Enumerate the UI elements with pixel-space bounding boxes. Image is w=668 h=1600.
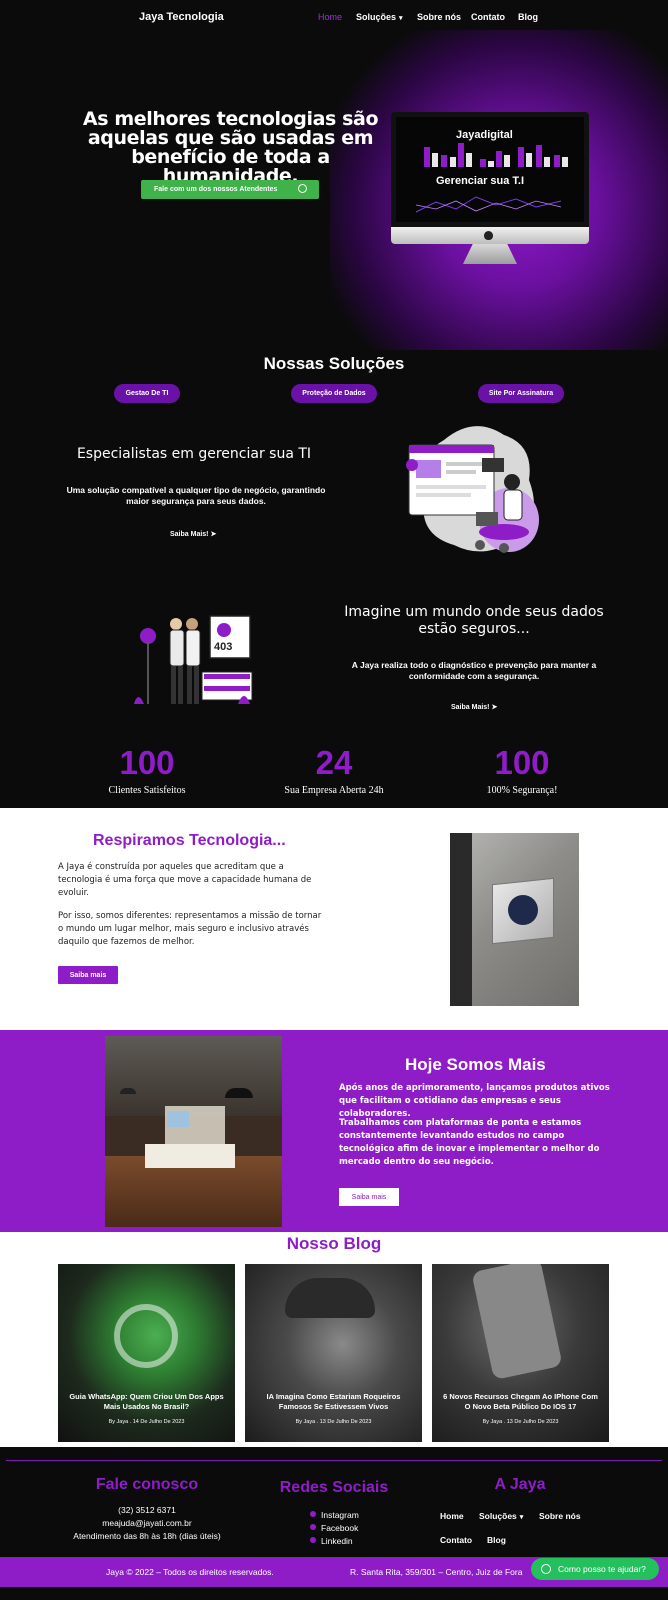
nav-solucoes-label: Soluções bbox=[356, 12, 397, 22]
stat-security-label: 100% Segurança! bbox=[486, 785, 558, 796]
chevron-down-icon: ▾ bbox=[399, 15, 403, 22]
blog-card-meta: By Jaya . 13 De Julho De 2023 bbox=[482, 1419, 559, 1425]
copyright: Jaya © 2022 – Todos os direitos reservad… bbox=[106, 1567, 274, 1577]
hero-section: As melhores tecnologias são aquelas que … bbox=[0, 30, 668, 350]
facebook-icon bbox=[310, 1524, 316, 1530]
block1-heading: Especialistas em gerenciar sua TI bbox=[76, 446, 312, 462]
social-facebook-label: Facebook bbox=[321, 1523, 359, 1533]
social-instagram-label: Instagram bbox=[321, 1510, 359, 1520]
social-linkedin-label: Linkedin bbox=[321, 1536, 353, 1546]
monitor-screen: Jayadigital Gerenciar sua T.I bbox=[391, 112, 589, 227]
social-linkedin[interactable]: Linkedin bbox=[310, 1536, 353, 1546]
blog-card-meta: By Jaya . 13 De Julho De 2023 bbox=[295, 1419, 372, 1425]
screen-subtitle: Gerenciar sua T.I bbox=[436, 175, 525, 187]
screen-title: Jayadigital bbox=[456, 129, 513, 141]
whatsapp-icon bbox=[541, 1564, 551, 1574]
stat-hours-label: Sua Empresa Aberta 24h bbox=[284, 785, 384, 796]
social-instagram[interactable]: Instagram bbox=[310, 1510, 359, 1520]
blog-card[interactable]: IA Imagina Como Estariam Roqueiros Famos… bbox=[245, 1264, 422, 1442]
whatsapp-logo-image bbox=[114, 1304, 178, 1368]
apple-icon bbox=[484, 231, 493, 240]
blog-card-title: IA Imagina Como Estariam Roqueiros Famos… bbox=[266, 1392, 401, 1411]
block1-text: Uma solução compatível a qualquer tipo d… bbox=[66, 485, 326, 506]
cta-whatsapp-button[interactable]: Fale com um dos nossos Atendentes bbox=[141, 180, 319, 199]
today-more-button[interactable]: Saiba mais bbox=[339, 1188, 399, 1206]
footer-divider bbox=[6, 1460, 662, 1461]
nav-contato[interactable]: Contato bbox=[471, 12, 505, 22]
about-title: Respiramos Tecnologia... bbox=[93, 832, 286, 849]
pill-site-assinatura[interactable]: Site Por Assinatura bbox=[478, 384, 564, 403]
iphone-image bbox=[471, 1264, 563, 1381]
stat-security-value: 100 bbox=[494, 744, 550, 781]
nav-solucoes[interactable]: Soluções ▾ bbox=[356, 12, 403, 22]
arrow-right-icon: ➤ bbox=[210, 531, 217, 538]
block1-more-label: Saiba Mais! bbox=[170, 531, 209, 538]
whatsapp-icon bbox=[298, 184, 307, 193]
footer-phone[interactable]: (32) 3512 6371 bbox=[47, 1504, 247, 1517]
it-specialist-illustration bbox=[406, 426, 539, 553]
footer-contact-title: Fale conosco bbox=[95, 1476, 199, 1493]
blog-card[interactable]: 6 Novos Recursos Chegam Ao IPhone Com O … bbox=[432, 1264, 609, 1442]
footer-email[interactable]: meajuda@jayati.com.br bbox=[47, 1517, 247, 1530]
hero-title: As melhores tecnologias são aquelas que … bbox=[82, 108, 379, 187]
portrait-cap-image bbox=[285, 1278, 375, 1318]
nav-home[interactable]: Home bbox=[318, 12, 342, 22]
nav-sobre[interactable]: Sobre nós bbox=[417, 12, 461, 22]
block2-more-label: Saiba Mais! bbox=[451, 704, 490, 711]
footer-link-solucoes[interactable]: Soluções ▾ bbox=[479, 1511, 523, 1521]
footer-link-contato[interactable]: Contato bbox=[440, 1535, 472, 1545]
about-more-button[interactable]: Saiba mais bbox=[58, 966, 118, 984]
blog-card-meta: By Jaya . 14 De Julho De 2023 bbox=[108, 1419, 185, 1425]
cta-label: Fale com um dos nossos Atendentes bbox=[154, 186, 278, 193]
footer-link-solucoes-label: Soluções bbox=[479, 1511, 517, 1521]
blog-title: Nosso Blog bbox=[286, 1234, 382, 1253]
today-paragraph-2: Trabalhamos com plataformas de ponta e e… bbox=[339, 1118, 600, 1167]
block2-more-link[interactable]: Saiba Mais! ➤ bbox=[451, 703, 497, 711]
blog-card-title: 6 Novos Recursos Chegam Ao IPhone Com O … bbox=[443, 1392, 598, 1411]
address: R. Santa Rita, 359/301 – Centro, Juiz de… bbox=[350, 1567, 523, 1577]
stat-clients-label: Clientes Satisfeitos bbox=[108, 785, 186, 796]
instagram-icon bbox=[310, 1511, 316, 1517]
monitor-illustration: Jayadigital Gerenciar sua T.I bbox=[391, 112, 589, 267]
chat-label: Como posso te ajudar? bbox=[558, 1564, 646, 1574]
block1-more-link[interactable]: Saiba Mais! ➤ bbox=[170, 530, 216, 538]
today-paragraph-1: Após anos de aprimoramento, lançamos pro… bbox=[339, 1083, 610, 1119]
stat-hours-value: 24 bbox=[315, 744, 353, 781]
footer-hours: Atendimento das 8h às 18h (dias úteis) bbox=[73, 1531, 221, 1541]
block2-text: A Jaya realiza todo o diagnóstico e prev… bbox=[351, 660, 597, 681]
security-guards-illustration: 403 bbox=[134, 615, 253, 704]
footer-jaya-title: A Jaya bbox=[494, 1476, 546, 1493]
footer-link-sobre[interactable]: Sobre nós bbox=[539, 1511, 581, 1521]
block2-heading: Imagine um mundo onde seus dados estão s… bbox=[344, 604, 604, 637]
about-paragraph-1: A Jaya é construída por aqueles que acre… bbox=[58, 862, 312, 898]
team-office-photo bbox=[105, 1036, 282, 1227]
today-title: Hoje Somos Mais bbox=[405, 1055, 546, 1074]
chat-button[interactable]: Como posso te ajudar? bbox=[531, 1558, 659, 1580]
nav-blog[interactable]: Blog bbox=[518, 12, 538, 22]
sign-403: 403 bbox=[214, 641, 232, 653]
footer-social-title: Redes Sociais bbox=[279, 1479, 389, 1496]
solutions-title: Nossas Soluções bbox=[263, 354, 405, 373]
social-facebook[interactable]: Facebook bbox=[310, 1523, 358, 1533]
pill-protecao-dados[interactable]: Proteção de Dados bbox=[291, 384, 377, 403]
office-sign-photo bbox=[450, 833, 579, 1006]
arrow-right-icon: ➤ bbox=[491, 704, 498, 711]
monitor-stand bbox=[463, 244, 517, 264]
pill-gestao-ti[interactable]: Gestao De TI bbox=[114, 384, 180, 403]
footer-link-home[interactable]: Home bbox=[440, 1511, 464, 1521]
blog-card[interactable]: Guia WhatsApp: Quem Criou Um Dos Apps Ma… bbox=[58, 1264, 235, 1442]
blog-card-title: Guia WhatsApp: Quem Criou Um Dos Apps Ma… bbox=[69, 1392, 224, 1411]
linkedin-icon bbox=[310, 1537, 316, 1543]
stat-clients-value: 100 bbox=[119, 744, 175, 781]
chevron-down-icon: ▾ bbox=[519, 1514, 524, 1521]
about-paragraph-2: Por isso, somos diferentes: representamo… bbox=[58, 911, 322, 947]
footer-link-blog[interactable]: Blog bbox=[487, 1535, 506, 1545]
brand-logo[interactable]: Jaya Tecnologia bbox=[139, 11, 224, 23]
